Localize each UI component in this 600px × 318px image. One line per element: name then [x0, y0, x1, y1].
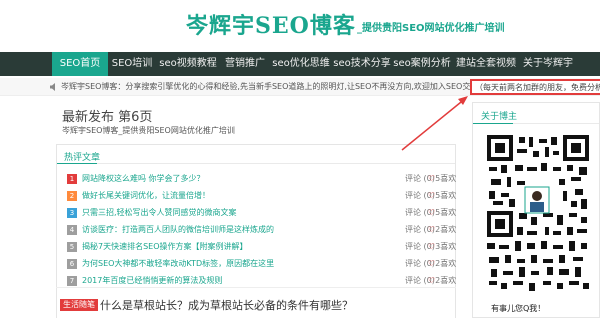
list-item: 5 揭秘7天快速排名SEO操作方案【附案例讲解】 评论 (0) ♡3喜欢: [67, 239, 456, 255]
site-tagline: _提供贵阳SEO网站优化推广培训: [357, 23, 505, 34]
main-nav: SEO首页 SEO培训 seo视频教程 营销推广 seo优化思维 seo技术分享…: [0, 52, 600, 76]
like-count[interactable]: ♡3喜欢: [428, 239, 456, 255]
qq-caption: 有事儿您Q我！: [491, 304, 546, 313]
nav-item-seo-home[interactable]: SEO首页: [52, 52, 108, 76]
article-link[interactable]: 揭秘7天快速排名SEO操作方案【附案例讲解】: [82, 239, 248, 255]
site-header: 岑辉宇SEO博客 _提供贵阳SEO网站优化推广培训: [0, 0, 600, 52]
rank-badge: 3: [67, 208, 77, 218]
like-count[interactable]: ♡2喜欢: [428, 256, 456, 272]
nav-item-site-video[interactable]: 建站全套视频: [452, 52, 520, 76]
rank-badge: 7: [67, 276, 77, 286]
site-logo[interactable]: 岑辉宇SEO博客: [186, 8, 356, 40]
article-link[interactable]: 为何SEO大神都不敢轻率改动KTD标签，原因都在这里: [82, 256, 274, 272]
like-count[interactable]: ♡5喜欢: [428, 188, 456, 204]
section-divider: [56, 287, 456, 288]
main-content: 最新发布 第6页 岑辉宇SEO博客_提供贵阳SEO网站优化推广培训 热评文章 1…: [52, 100, 462, 318]
section-divider: [473, 123, 599, 124]
rank-badge: 4: [67, 225, 77, 235]
notice-text: 岑辉宇SEO博客：分享搜索引擎优化的心得和经验,先当新手SEO道路上的照明灯,让…: [61, 82, 541, 91]
page-title: 最新发布 第6页: [62, 110, 153, 125]
category-tag[interactable]: 生活随笔: [60, 298, 98, 311]
article-link[interactable]: 网站降权这么难吗 你学会了多少？: [82, 171, 205, 187]
notice-highlight: （每天前两名加群的朋友，免费分析网站）: [470, 79, 600, 95]
article-link[interactable]: 访谈医疗：打造两百人团队的微信培训师是这样炼成的: [82, 222, 274, 238]
speaker-icon: [50, 83, 55, 91]
nav-item-about[interactable]: 关于岑辉宇: [520, 52, 576, 76]
article-link[interactable]: 只需三招,轻松写出令人赞同感觉的微商文案: [82, 205, 237, 221]
rank-badge: 2: [67, 191, 77, 201]
section-divider: [57, 163, 455, 164]
hot-articles-title: 热评文章: [64, 153, 101, 163]
nav-item-seo-training[interactable]: SEO培训: [108, 52, 156, 76]
nav-item-seo-tech[interactable]: seo技术分享: [332, 52, 392, 76]
like-count[interactable]: ♡5喜欢: [428, 171, 456, 187]
rank-badge: 1: [67, 174, 77, 184]
qr-code: [487, 135, 589, 305]
page-subtitle: 岑辉宇SEO博客_提供贵阳SEO网站优化推广培训: [62, 126, 235, 135]
sidebar-title: 关于博主: [481, 112, 518, 122]
sidebar-about: 关于博主 有事儿您Q我！: [472, 102, 600, 318]
nav-item-marketing[interactable]: 营销推广: [220, 52, 270, 76]
like-count[interactable]: ♡2喜欢: [428, 222, 456, 238]
list-item: 4 访谈医疗：打造两百人团队的微信培训师是这样炼成的 评论 (0) ♡2喜欢: [67, 222, 456, 238]
nav-item-seo-thinking[interactable]: seo优化思维: [270, 52, 332, 76]
list-item: 6 为何SEO大神都不敢轻率改动KTD标签，原因都在这里 评论 (0) ♡2喜欢: [67, 256, 456, 272]
notice-bar: 岑辉宇SEO博客：分享搜索引擎优化的心得和经验,先当新手SEO道路上的照明灯,让…: [0, 78, 600, 96]
list-item: 3 只需三招,轻松写出令人赞同感觉的微商文案 评论 (0) ♡5喜欢: [67, 205, 456, 221]
featured-article-title[interactable]: 什么是草根站长？成为草根站长必备的条件有哪些？: [100, 299, 353, 312]
rank-badge: 5: [67, 242, 77, 252]
like-count[interactable]: ♡5喜欢: [428, 205, 456, 221]
list-item: 2 做好长尾关键词优化，让流量倍增！ 评论 (0) ♡5喜欢: [67, 188, 456, 204]
list-item: 1 网站降权这么难吗 你学会了多少？ 评论 (0) ♡5喜欢: [67, 171, 456, 187]
featured-article[interactable]: 生活随笔 什么是草根站长？成为草根站长必备的条件有哪些？: [60, 294, 353, 312]
nav-item-seo-cases[interactable]: seo案例分析: [392, 52, 452, 76]
hot-articles-box: 热评文章 1 网站降权这么难吗 你学会了多少？ 评论 (0) ♡5喜欢 2 做好…: [56, 144, 456, 318]
nav-item-seo-video[interactable]: seo视频教程: [156, 52, 220, 76]
rank-badge: 6: [67, 259, 77, 269]
article-link[interactable]: 做好长尾关键词优化，让流量倍增！: [82, 188, 210, 204]
